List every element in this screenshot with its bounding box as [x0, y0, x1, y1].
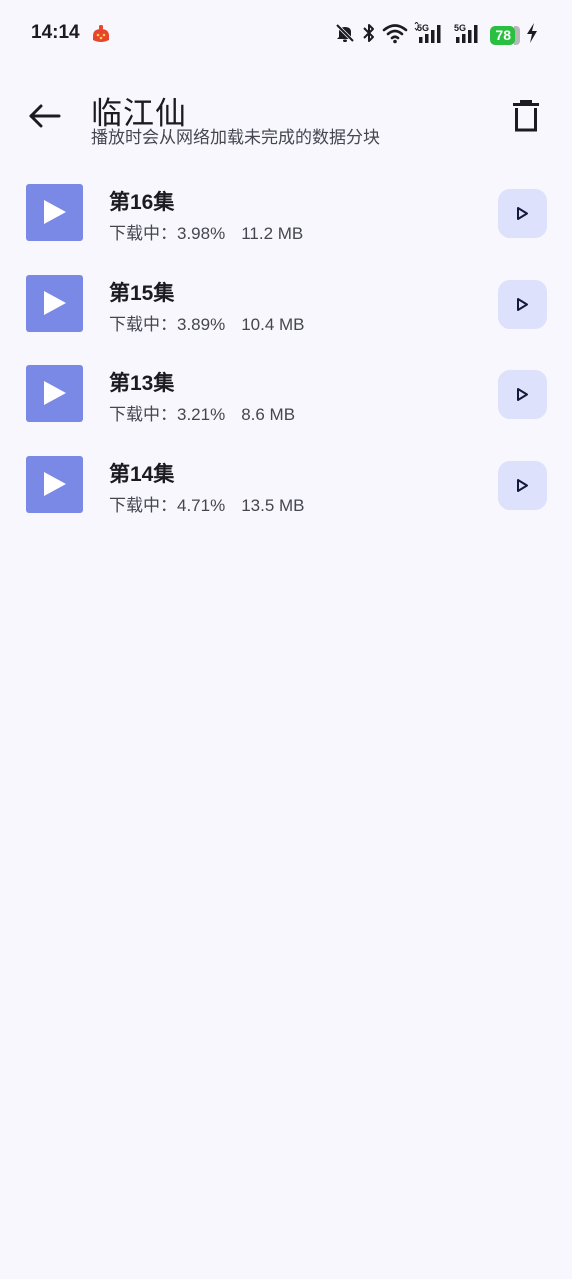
episode-title: 第14集: [109, 462, 175, 486]
list-item[interactable]: 第16集 下载中：3.98% 11.2 MB: [0, 168, 572, 259]
episode-list: 第16集 下载中：3.98% 11.2 MB 第15集 下载中：3.89% 10.4…: [0, 168, 572, 530]
back-button[interactable]: [26, 96, 66, 136]
episode-title: 第13集: [109, 372, 175, 395]
play-button[interactable]: [498, 279, 547, 329]
play-icon: [517, 207, 528, 220]
play-icon: [44, 381, 66, 405]
episode-status: 下载中：3.21% 8.6 MB: [109, 400, 295, 425]
wifi-icon: [382, 22, 408, 49]
episode-status: 下载中：4.71% 13.5 MB: [109, 491, 305, 516]
svg-text:5G: 5G: [454, 23, 466, 33]
delete-button[interactable]: [505, 96, 547, 138]
play-icon: [517, 388, 528, 401]
play-icon: [44, 200, 66, 224]
status-label: 下载中：: [109, 405, 177, 424]
status-label: 下载中：: [109, 314, 177, 334]
file-size: 13.5 MB: [241, 495, 305, 515]
status-label: 下载中：: [109, 224, 177, 243]
file-size: 11.2 MB: [241, 224, 304, 243]
bluetooth-icon: [362, 22, 376, 49]
signal-5g-icon: 5G: [454, 22, 484, 49]
trash-icon: [513, 100, 539, 132]
download-progress: 3.21%: [177, 405, 226, 424]
list-item[interactable]: 第14集 下载中：4.71% 13.5 MB: [0, 440, 572, 531]
video-thumbnail: [26, 365, 83, 422]
video-thumbnail: [26, 274, 83, 332]
list-item[interactable]: 第15集 下载中：3.89% 10.4 MB: [0, 259, 572, 350]
video-thumbnail: [26, 455, 83, 513]
status-icons: 5G 5G 78: [334, 20, 538, 50]
play-icon: [517, 297, 528, 311]
play-button[interactable]: [498, 460, 547, 510]
mute-icon: [334, 22, 356, 49]
charging-icon: [526, 22, 538, 49]
episode-status: 下载中：3.89% 10.4 MB: [109, 310, 305, 335]
play-button[interactable]: [498, 370, 547, 419]
svg-text:5G: 5G: [417, 23, 429, 33]
notification-badge-icon: [89, 23, 113, 47]
file-size: 8.6 MB: [241, 405, 296, 424]
episode-title: 第16集: [109, 191, 175, 214]
download-progress: 3.98%: [177, 224, 226, 243]
status-bar: 14:14 5G 5G 78: [0, 0, 572, 70]
status-label: 下载中：: [109, 495, 177, 515]
signal-5g-icon: 5G: [414, 20, 448, 49]
episode-title: 第15集: [109, 281, 175, 305]
download-progress: 3.89%: [177, 314, 226, 334]
play-button[interactable]: [498, 189, 547, 238]
play-icon: [44, 290, 66, 315]
battery-level: 78: [490, 25, 515, 45]
episode-status: 下载中：3.98% 11.2 MB: [109, 219, 303, 244]
page-subtitle: 播放时会从网络加载未完成的数据分块: [91, 128, 380, 147]
list-item[interactable]: 第13集 下载中：3.21% 8.6 MB: [0, 349, 572, 440]
play-icon: [517, 478, 528, 492]
video-thumbnail: [26, 184, 83, 241]
play-icon: [44, 471, 66, 496]
status-time: 14:14: [31, 22, 80, 43]
download-progress: 4.71%: [177, 495, 226, 515]
arrow-left-icon: [29, 104, 61, 128]
file-size: 10.4 MB: [241, 314, 305, 334]
battery-icon: 78: [490, 25, 520, 45]
